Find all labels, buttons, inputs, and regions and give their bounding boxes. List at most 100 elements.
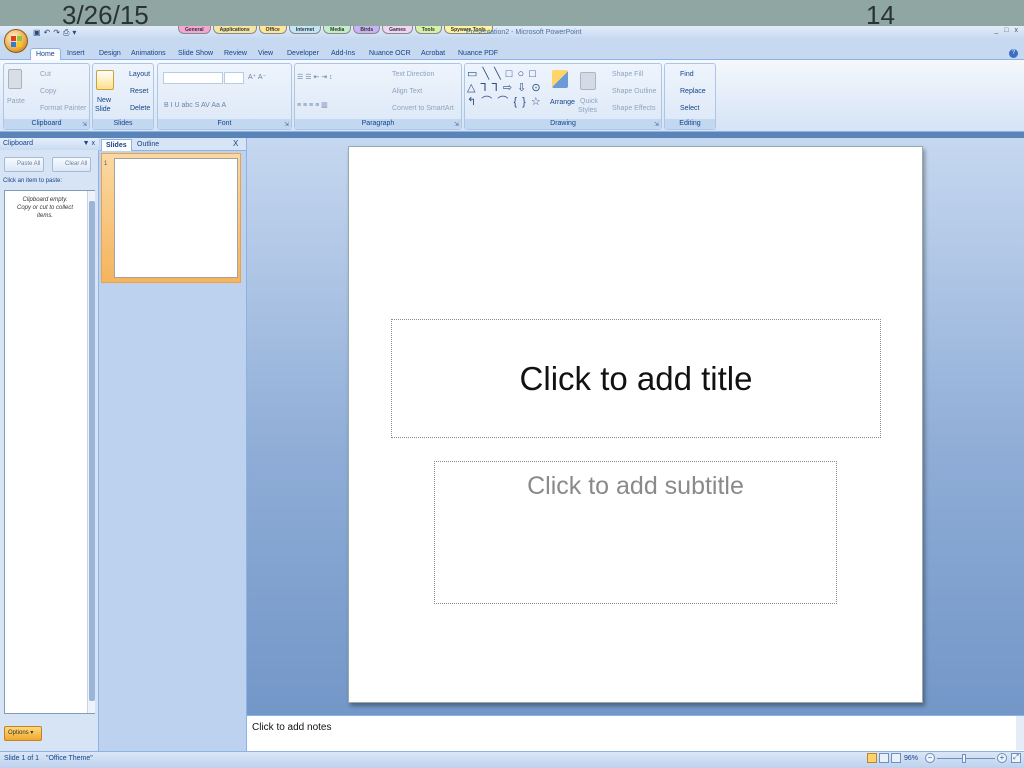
shape-effects-button[interactable]: Shape Effects [612, 104, 655, 113]
toolbar-tab-birds[interactable]: Birds [353, 26, 381, 34]
paste-icon[interactable] [8, 69, 22, 89]
toolbar-tab-general[interactable]: General [178, 26, 211, 34]
dialog-launcher-icon[interactable]: ⇲ [654, 121, 659, 128]
status-slide-info: Slide 1 of 1 [4, 755, 40, 762]
clipboard-hint: Click an item to paste: [3, 178, 63, 184]
zoom-in-icon[interactable]: + [997, 753, 1007, 763]
slide-sorter-view-icon[interactable] [879, 753, 889, 763]
minimize-button[interactable]: _ [994, 27, 998, 34]
layout-button[interactable]: Layout [129, 70, 150, 79]
replace-button[interactable]: Replace [680, 87, 706, 96]
clear-all-button[interactable]: Clear All [52, 157, 92, 172]
close-pane-button[interactable]: X [233, 139, 238, 148]
view-buttons [867, 753, 901, 763]
window-controls: _ □ x [994, 27, 1018, 34]
undo-icon[interactable]: ↶ [44, 28, 51, 38]
ribbon-group-label: Clipboard [4, 119, 89, 129]
quick-styles-button[interactable]: Quick [580, 97, 598, 106]
redo-icon[interactable]: ↷ [53, 28, 60, 38]
quick-access-toolbar: ▣ ↶ ↷ ⎙ ▾ [33, 27, 76, 38]
shape-fill-button[interactable]: Shape Fill [612, 70, 643, 79]
help-icon[interactable]: ? [1009, 49, 1018, 58]
tab-outline[interactable]: Outline [133, 139, 163, 151]
select-button[interactable]: Select [680, 104, 699, 113]
zoom-out-icon[interactable]: − [925, 753, 935, 763]
pane-menu-and-close-icon[interactable]: ▼ x [83, 138, 95, 150]
empty-line: Clipboard empty. [22, 197, 68, 203]
arrange-icon[interactable] [552, 70, 568, 88]
toolbar-tab-tools[interactable]: Tools [414, 26, 442, 34]
toolbar-tab-media[interactable]: Media [323, 26, 352, 34]
desktop-toolbar-tabs: General Applications Office Internet Med… [178, 26, 493, 34]
zoom-slider-handle[interactable] [962, 754, 966, 763]
shapes-row: △ ⅂ ⅂ ⇨ ⇩ ⊙ [467, 82, 542, 94]
print-icon[interactable]: ⎙ [63, 28, 69, 38]
shape-outline-button[interactable]: Shape Outline [612, 87, 656, 96]
list-buttons-icon[interactable]: ☰ ☰ ⇤ ⇥ ↕ [297, 73, 333, 83]
notes-placeholder[interactable]: Click to add notes [252, 722, 332, 733]
window-title: Presentation2 - Microsoft PowerPoint [466, 29, 582, 36]
arrange-button[interactable]: Arrange [550, 98, 575, 107]
clipboard-empty-message: Clipboard empty. Copy or cut to collect … [4, 196, 86, 220]
customize-qat-icon[interactable]: ▾ [72, 28, 76, 38]
paste-all-button[interactable]: Paste All [4, 157, 45, 172]
quick-styles-button-line2[interactable]: Styles [578, 106, 597, 115]
empty-line: Copy or cut to collect [16, 205, 74, 211]
dialog-launcher-icon[interactable]: ⇲ [82, 121, 87, 128]
dialog-launcher-icon[interactable]: ⇲ [284, 121, 289, 128]
dialog-launcher-icon[interactable]: ⇲ [454, 121, 459, 128]
clipboard-scrollbar[interactable] [87, 191, 95, 713]
normal-view-icon[interactable] [867, 753, 877, 763]
slide-show-view-icon[interactable] [891, 753, 901, 763]
toolbar-tab-internet[interactable]: Internet [288, 26, 322, 34]
font-name-dropdown[interactable] [163, 72, 223, 84]
align-text-button[interactable]: Align Text [392, 87, 422, 96]
options-button[interactable]: Options ▾ [4, 726, 42, 741]
cut-button[interactable]: Cut [40, 70, 51, 79]
office-button[interactable] [4, 29, 28, 53]
tab-slides[interactable]: Slides [101, 139, 132, 151]
quick-styles-icon[interactable] [580, 72, 596, 90]
status-theme-name[interactable]: "Office Theme" [46, 755, 93, 762]
convert-smartart-button[interactable]: Convert to SmartArt [392, 104, 454, 113]
clipboard-pane-header: Clipboard ▼ x [0, 138, 99, 150]
find-button[interactable]: Find [680, 70, 694, 79]
font-size-dropdown[interactable] [224, 72, 244, 84]
empty-line: items. [36, 213, 53, 219]
toolbar-tab-office[interactable]: Office [258, 26, 287, 34]
toolbar-tab-applications[interactable]: Applications [212, 26, 257, 34]
new-slide-button[interactable]: New [97, 96, 111, 105]
shapes-row: ↰ ⌒ ⌒ { } ☆ [467, 96, 542, 108]
align-buttons-icon[interactable]: ≡ ≡ ≡ ≡ ▥ [297, 101, 328, 111]
scrollbar-thumb[interactable] [89, 201, 95, 701]
clipboard-items-list[interactable] [4, 190, 95, 714]
zoom-slider-track[interactable] [937, 758, 995, 759]
paste-button[interactable]: Paste [7, 97, 25, 106]
delete-button[interactable]: Delete [130, 104, 150, 113]
toolbar-tab-games[interactable]: Games [382, 26, 413, 34]
copy-button[interactable]: Copy [40, 87, 56, 96]
clipboard-pane-title: Clipboard [3, 140, 33, 147]
shapes-gallery[interactable]: ▭ ╲ ╲ □ ○ □ △ ⅂ ⅂ ⇨ ⇩ ⊙ ↰ ⌒ ⌒ { } ☆ [467, 67, 542, 109]
ribbon-group-label: Paragraph [295, 119, 461, 129]
maximize-button[interactable]: □ [1004, 27, 1008, 34]
office-logo-icon [11, 36, 22, 47]
subtitle-placeholder[interactable]: Click to add subtitle [434, 461, 837, 604]
frame-page-number: 14 [866, 2, 895, 26]
ribbon-group-label: Font [158, 119, 291, 129]
text-direction-button[interactable]: Text Direction [392, 70, 434, 79]
notes-pane[interactable] [247, 715, 1024, 751]
notes-scrollbar[interactable] [1016, 716, 1024, 750]
new-slide-icon[interactable] [96, 70, 114, 90]
slide-thumbnail[interactable] [114, 158, 238, 278]
new-slide-button-line2[interactable]: Slide [95, 105, 111, 114]
grow-font-icon[interactable]: A⁺ A⁻ [248, 73, 266, 83]
save-icon[interactable]: ▣ [33, 28, 41, 38]
reset-button[interactable]: Reset [130, 87, 148, 96]
zoom-level[interactable]: 96% [904, 755, 918, 762]
close-button[interactable]: x [1015, 27, 1019, 34]
font-format-buttons-icon[interactable]: B I U abc S AV Aa A [164, 101, 226, 111]
title-placeholder[interactable]: Click to add title [391, 319, 881, 438]
format-painter-button[interactable]: Format Painter [40, 104, 86, 113]
fit-to-window-icon[interactable]: ⤢ [1011, 753, 1021, 763]
